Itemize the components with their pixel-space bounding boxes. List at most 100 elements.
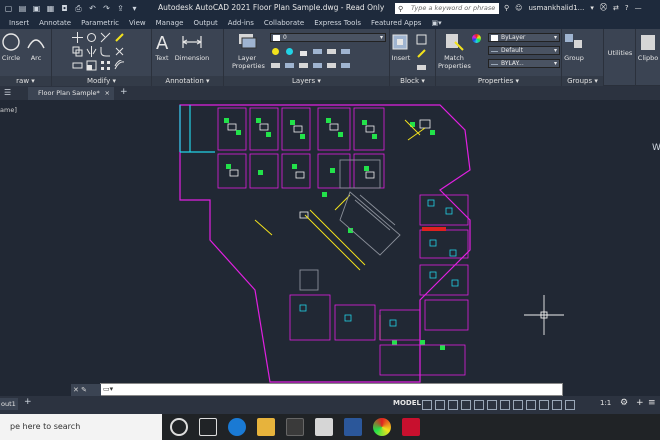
osnap-track-icon[interactable] [487, 400, 497, 410]
copy-icon[interactable] [72, 46, 83, 57]
erase-icon[interactable] [114, 32, 125, 43]
annotation-icon[interactable] [552, 400, 562, 410]
osnap-icon[interactable] [500, 400, 510, 410]
tab-view[interactable]: View [124, 17, 151, 29]
snap-icon[interactable] [435, 400, 445, 410]
edge-icon[interactable] [228, 418, 246, 436]
taskbar-search[interactable]: pe here to search [0, 414, 162, 440]
layer-properties-button[interactable]: Layer Properties [232, 32, 265, 70]
fillet-icon[interactable] [100, 46, 111, 57]
layer-freeze-icon[interactable] [270, 46, 281, 57]
layer-unlock-icon[interactable] [340, 60, 351, 71]
autoscale-icon[interactable] [565, 400, 575, 410]
panel-annotation-title[interactable]: Annotation ▾ [152, 76, 223, 86]
new-file-icon[interactable]: ▢ [4, 4, 13, 13]
color-dropdown[interactable]: ByLayer ▾ [488, 33, 560, 42]
chevron-down-icon[interactable]: ▾ [590, 4, 594, 12]
cart-icon[interactable]: ⛒ [600, 3, 607, 12]
attribute-icon[interactable] [416, 62, 427, 73]
layer-thaw-icon[interactable] [312, 60, 323, 71]
color-wheel-icon[interactable] [472, 34, 481, 43]
panel-groups-title[interactable]: Groups ▾ [562, 76, 603, 86]
document-tab[interactable]: Floor Plan Sample* × [28, 87, 114, 100]
store-icon[interactable] [286, 418, 304, 436]
rotate-icon[interactable] [86, 32, 97, 43]
drawing-canvas[interactable]: ame] W [0, 100, 660, 396]
layer-off-icon[interactable] [284, 46, 295, 57]
panel-block-title[interactable]: Block ▾ [390, 76, 435, 86]
menu-icon[interactable]: ≡ [648, 398, 656, 408]
task-view-icon[interactable] [199, 418, 217, 436]
undo-icon[interactable]: ↶ [88, 4, 97, 13]
search-input[interactable]: ⚲ Type a keyword or phrase [395, 3, 499, 14]
share-icon[interactable]: ⇪ [116, 4, 125, 13]
tab-add-ins[interactable]: Add-ins [223, 17, 259, 29]
ortho-icon[interactable] [448, 400, 458, 410]
explode-icon[interactable] [114, 46, 125, 57]
layer-on-icon[interactable] [326, 60, 337, 71]
gear-icon[interactable]: ⚙ [620, 398, 628, 408]
tab-insert[interactable]: Insert [4, 17, 34, 29]
tab-more-icon[interactable]: ▣▾ [426, 17, 446, 29]
help-icon[interactable]: ? [625, 4, 629, 12]
array-icon[interactable] [100, 60, 111, 71]
utilities-button[interactable]: Utilities [604, 49, 636, 57]
transparency-icon[interactable] [526, 400, 536, 410]
text-button[interactable]: A Text [152, 32, 172, 62]
layer-match-icon[interactable] [326, 46, 337, 57]
tab-parametric[interactable]: Parametric [76, 17, 124, 29]
edit-block-icon[interactable] [416, 48, 427, 59]
layer-isolate-icon[interactable] [312, 46, 323, 57]
tab-collaborate[interactable]: Collaborate [259, 17, 309, 29]
word-icon[interactable] [344, 418, 362, 436]
workspace-icon[interactable]: ▾ [130, 4, 139, 13]
match-properties-button[interactable]: Match Properties [438, 32, 471, 70]
layer-unisolate-icon[interactable] [298, 60, 309, 71]
new-layout-icon[interactable]: + [24, 397, 32, 407]
clipboard-button[interactable]: Clipbo [636, 32, 660, 62]
user-name[interactable]: usmankhalid1... [528, 4, 584, 12]
print-icon[interactable]: ⎙ [74, 4, 83, 13]
user-icon[interactable]: ☺ [515, 4, 522, 12]
dimension-button[interactable]: Dimension [174, 32, 210, 62]
command-line-input[interactable]: ✕ ✎ ▭▾ [71, 383, 563, 397]
mirror-icon[interactable] [86, 46, 97, 57]
web-icon[interactable]: ◘ [60, 4, 69, 13]
model-space-button[interactable]: MODEL [393, 399, 421, 407]
polar-icon[interactable] [461, 400, 471, 410]
panel-properties-title[interactable]: Properties ▾ [436, 76, 561, 86]
open-folder-icon[interactable]: ▤ [18, 4, 27, 13]
new-tab-icon[interactable]: + [120, 87, 128, 97]
group-button[interactable]: Group [562, 32, 586, 62]
tab-annotate[interactable]: Annotate [34, 17, 76, 29]
redo-icon[interactable]: ↷ [102, 4, 111, 13]
layer-prev-icon[interactable] [270, 60, 281, 71]
chrome-icon[interactable] [373, 418, 391, 436]
isodraft-icon[interactable] [474, 400, 484, 410]
trim-icon[interactable] [100, 32, 111, 43]
layer-lock-icon[interactable] [298, 46, 309, 57]
circle-button[interactable]: Circle [0, 32, 22, 62]
create-block-icon[interactable] [416, 34, 427, 45]
cortana-icon[interactable] [170, 418, 188, 436]
lineweight-toggle-icon[interactable] [513, 400, 523, 410]
scale-icon[interactable] [86, 60, 97, 71]
layer-walk-icon[interactable] [340, 46, 351, 57]
panel-draw-title[interactable]: raw ▾ [0, 76, 51, 86]
arc-button[interactable]: Arc [25, 32, 47, 62]
tab-express-tools[interactable]: Express Tools [309, 17, 366, 29]
save-as-icon[interactable]: ▦ [46, 4, 55, 13]
start-tab-icon[interactable]: ☰ [4, 88, 11, 97]
autocad-taskbar-icon[interactable] [402, 418, 420, 436]
exchange-icon[interactable]: ⇄ [613, 4, 619, 12]
file-explorer-icon[interactable] [257, 418, 275, 436]
lineweight-dropdown[interactable]: Default ▾ [488, 46, 560, 55]
stretch-icon[interactable] [72, 60, 83, 71]
layer-state-icon[interactable] [284, 60, 295, 71]
layer-dropdown[interactable]: 0 ▾ [270, 33, 386, 42]
minimize-icon[interactable]: — [635, 4, 642, 12]
move-icon[interactable] [72, 32, 83, 43]
tab-output[interactable]: Output [188, 17, 222, 29]
mail-icon[interactable] [315, 418, 333, 436]
save-icon[interactable]: ▣ [32, 4, 41, 13]
